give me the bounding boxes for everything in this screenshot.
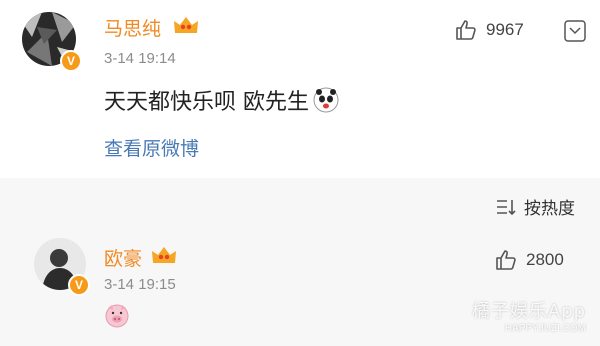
- sort-by-hot-button[interactable]: 按热度: [496, 194, 575, 219]
- verified-badge-icon: V: [60, 50, 82, 72]
- thumbs-up-icon: [496, 250, 516, 270]
- post-content: 天天都快乐呗 欧先生: [104, 84, 339, 116]
- commenter-username[interactable]: 欧豪: [104, 244, 142, 271]
- post-like-button[interactable]: 9967: [454, 18, 524, 42]
- view-original-link[interactable]: 查看原微博: [104, 134, 199, 161]
- sort-icon: [497, 199, 516, 215]
- post-time: 3-14 19:14: [104, 50, 176, 67]
- comment-time: 3-14 19:15: [104, 276, 176, 293]
- vip-crown-icon: [152, 247, 176, 263]
- comments-section: 按热度 V 欧豪 3-14 19:15 2800 橘子娱乐App HAPPYJU…: [0, 178, 600, 346]
- pig-emoji-icon: [105, 304, 129, 328]
- watermark: 橘子娱乐App HAPPYJUZI.COM: [472, 297, 586, 334]
- panda-emoji-icon: [313, 87, 339, 113]
- watermark-url: HAPPYJUZI.COM: [504, 323, 586, 334]
- more-square-icon[interactable]: [564, 20, 586, 42]
- verified-badge-icon: V: [68, 274, 90, 296]
- post-text: 天天都快乐呗 欧先生: [104, 90, 309, 115]
- poster-username[interactable]: 马思纯: [104, 14, 161, 41]
- comment-like-button[interactable]: 2800: [494, 248, 564, 272]
- sort-label: 按热度: [524, 199, 575, 219]
- original-post: V 马思纯 3-14 19:14 天天都快乐呗 欧先生 查看原微博 9967: [0, 0, 600, 178]
- vip-crown-icon: [174, 17, 198, 33]
- thumbs-up-icon: [456, 20, 476, 40]
- watermark-title: 橘子娱乐App: [471, 301, 586, 322]
- comment-like-count: 2800: [526, 250, 564, 269]
- post-like-count: 9967: [486, 20, 524, 39]
